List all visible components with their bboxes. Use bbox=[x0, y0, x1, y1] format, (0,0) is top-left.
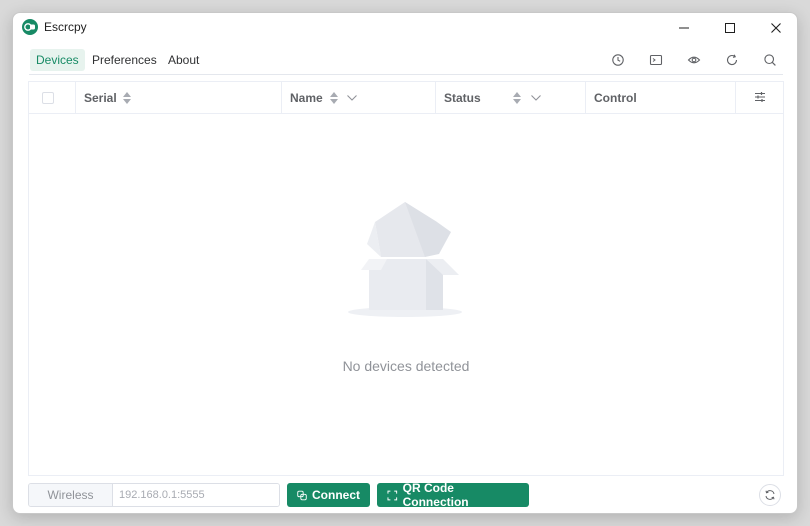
filter-chevron-down-icon[interactable] bbox=[530, 93, 542, 103]
sort-icon[interactable] bbox=[122, 91, 132, 105]
select-all-column bbox=[29, 82, 76, 114]
history-icon[interactable] bbox=[611, 53, 625, 67]
auto-refresh-button[interactable] bbox=[759, 484, 781, 506]
column-name[interactable]: Name bbox=[282, 82, 436, 114]
connect-button[interactable]: Connect bbox=[287, 483, 370, 507]
terminal-icon[interactable] bbox=[649, 53, 663, 67]
qr-code-connection-button[interactable]: QR Code Connection bbox=[377, 481, 529, 509]
minimize-button[interactable] bbox=[661, 13, 707, 43]
wireless-address-group: Wireless bbox=[28, 483, 280, 507]
column-status[interactable]: Status bbox=[436, 82, 586, 114]
search-icon[interactable] bbox=[763, 53, 777, 67]
close-button[interactable] bbox=[753, 13, 797, 43]
column-control: Control bbox=[586, 82, 736, 114]
column-name-label: Name bbox=[290, 91, 323, 105]
column-settings-icon[interactable] bbox=[754, 91, 766, 103]
tab-devices[interactable]: Devices bbox=[30, 49, 85, 71]
table-header: Serial Name Status Control bbox=[29, 82, 783, 114]
empty-box-illustration bbox=[348, 202, 462, 317]
wireless-label: Wireless bbox=[29, 484, 113, 506]
app-logo-icon bbox=[22, 19, 38, 35]
top-nav: Devices Preferences About bbox=[29, 47, 783, 75]
connection-bar: Wireless Connect QR Code Connection bbox=[28, 481, 784, 509]
title-bar: Escrcpy bbox=[13, 13, 797, 43]
devices-table: Serial Name Status Control No devices de… bbox=[28, 81, 784, 476]
refresh-icon bbox=[765, 490, 775, 500]
app-window: Escrcpy Devices Preferences About Serial… bbox=[12, 12, 798, 514]
column-settings bbox=[736, 82, 783, 114]
maximize-icon bbox=[725, 23, 735, 33]
column-serial[interactable]: Serial bbox=[76, 82, 282, 114]
wireless-address-input[interactable] bbox=[113, 484, 279, 506]
eye-icon[interactable] bbox=[687, 53, 701, 67]
tab-about[interactable]: About bbox=[162, 49, 205, 71]
sort-icon[interactable] bbox=[512, 91, 522, 105]
maximize-button[interactable] bbox=[707, 13, 753, 43]
sort-icon[interactable] bbox=[329, 91, 339, 105]
qr-button-label: QR Code Connection bbox=[402, 481, 469, 509]
column-serial-label: Serial bbox=[84, 91, 117, 105]
link-icon bbox=[297, 490, 307, 500]
refresh-icon[interactable] bbox=[725, 53, 739, 67]
filter-chevron-down-icon[interactable] bbox=[346, 93, 358, 103]
close-icon bbox=[771, 23, 781, 33]
minimize-icon bbox=[679, 27, 689, 29]
window-title: Escrcpy bbox=[44, 20, 87, 34]
tab-preferences[interactable]: Preferences bbox=[86, 49, 163, 71]
empty-state-text: No devices detected bbox=[342, 358, 470, 374]
select-all-checkbox[interactable] bbox=[42, 92, 54, 104]
scan-icon bbox=[387, 490, 398, 500]
column-status-label: Status bbox=[444, 91, 481, 105]
connect-button-label: Connect bbox=[312, 488, 360, 502]
column-control-label: Control bbox=[594, 91, 637, 105]
